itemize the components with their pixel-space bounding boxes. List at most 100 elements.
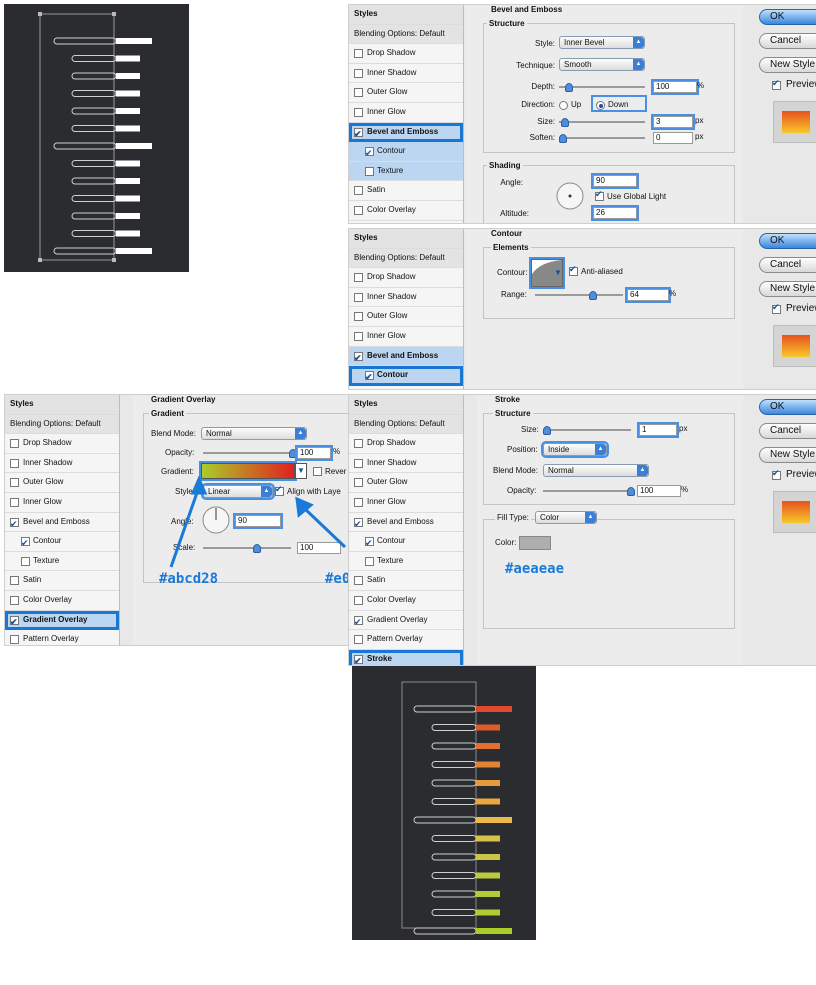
new-style-button[interactable]: New Style xyxy=(759,57,816,73)
style-color-overlay[interactable]: Color Overlay xyxy=(349,201,463,221)
range-slider[interactable] xyxy=(535,291,623,300)
style-texture[interactable]: Texture xyxy=(349,161,463,182)
checkbox[interactable] xyxy=(354,613,363,631)
color-swatch[interactable] xyxy=(519,536,551,550)
size-slider[interactable] xyxy=(559,118,645,127)
checkbox[interactable] xyxy=(354,497,363,507)
styles-header[interactable]: Styles xyxy=(5,395,119,415)
style-inner-shadow[interactable]: Inner Shadow xyxy=(349,64,463,84)
style-pattern-overlay[interactable]: Pattern Overlay xyxy=(5,630,119,645)
style-bevel-emboss[interactable]: Bevel and Emboss xyxy=(5,513,119,533)
size-input[interactable]: 3 xyxy=(651,114,695,130)
style-select[interactable]: Inner Bevel ▲ xyxy=(559,36,645,49)
cancel-button[interactable]: Cancel xyxy=(759,33,816,49)
style-inner-shadow[interactable]: Inner Shadow xyxy=(349,288,463,308)
checkbox[interactable] xyxy=(354,88,363,98)
style-drop-shadow[interactable]: Drop Shadow xyxy=(5,434,119,454)
checkbox[interactable] xyxy=(354,652,363,665)
style-texture[interactable]: Texture xyxy=(349,552,463,572)
contour-picker[interactable]: ▼ xyxy=(529,257,565,289)
checkbox[interactable] xyxy=(10,515,19,533)
depth-input[interactable]: 100 xyxy=(651,79,699,95)
fill-type-select[interactable]: Color ▲ xyxy=(535,511,597,524)
style-gradient-overlay[interactable]: Gradient Overlay xyxy=(349,611,463,631)
slider-knob[interactable] xyxy=(589,291,597,300)
style-outer-glow[interactable]: Outer Glow xyxy=(349,473,463,493)
slider-knob[interactable] xyxy=(627,487,635,496)
preview-checkbox[interactable] xyxy=(772,78,781,90)
checkbox[interactable] xyxy=(354,515,363,533)
style-contour[interactable]: Contour xyxy=(349,142,463,163)
checkbox[interactable] xyxy=(354,125,363,143)
radio-up[interactable] xyxy=(559,101,568,110)
opacity-input[interactable]: 100 xyxy=(637,485,681,497)
angle-input[interactable]: 90 xyxy=(591,173,639,189)
style-bevel-emboss[interactable]: Bevel and Emboss xyxy=(349,346,463,367)
style-texture[interactable]: Texture xyxy=(5,552,119,572)
preview-checkbox[interactable] xyxy=(772,468,781,480)
style-satin[interactable]: Satin xyxy=(349,571,463,591)
soften-input[interactable]: 0 xyxy=(653,132,693,144)
depth-slider[interactable] xyxy=(559,83,645,92)
blending-options[interactable]: Blending Options: Default xyxy=(349,414,463,435)
checkbox[interactable] xyxy=(10,595,19,605)
checkbox[interactable] xyxy=(365,556,374,566)
blending-options[interactable]: Blending Options: Default xyxy=(5,414,119,435)
style-contour[interactable]: Contour xyxy=(349,366,463,387)
checkbox[interactable] xyxy=(354,186,363,196)
ok-button[interactable]: OK xyxy=(759,399,816,415)
checkbox[interactable] xyxy=(354,439,363,449)
opacity-slider[interactable] xyxy=(543,487,635,496)
style-outer-glow[interactable]: Outer Glow xyxy=(5,473,119,493)
technique-select[interactable]: Smooth ▲ xyxy=(559,58,645,71)
cancel-button[interactable]: Cancel xyxy=(759,423,816,439)
checkbox[interactable] xyxy=(354,635,363,645)
size-input[interactable]: 1 xyxy=(637,422,679,438)
cancel-button[interactable]: Cancel xyxy=(759,257,816,273)
altitude-input[interactable]: 26 xyxy=(591,205,639,221)
checkbox[interactable] xyxy=(354,331,363,341)
style-inner-glow[interactable]: Inner Glow xyxy=(5,493,119,513)
checkbox[interactable] xyxy=(10,635,19,645)
slider-knob[interactable] xyxy=(559,134,567,143)
style-inner-glow[interactable]: Inner Glow xyxy=(349,103,463,123)
style-drop-shadow[interactable]: Drop Shadow xyxy=(349,268,463,288)
style-inner-shadow[interactable]: Inner Shadow xyxy=(5,454,119,474)
checkbox[interactable] xyxy=(354,576,363,586)
styles-header[interactable]: Styles xyxy=(349,395,463,415)
checkbox[interactable] xyxy=(354,312,363,322)
checkbox[interactable] xyxy=(365,144,374,163)
checkbox[interactable] xyxy=(365,534,374,553)
checkbox[interactable] xyxy=(354,107,363,117)
styles-header[interactable]: Styles xyxy=(349,229,463,249)
style-drop-shadow[interactable]: Drop Shadow xyxy=(349,44,463,64)
style-inner-shadow[interactable]: Inner Shadow xyxy=(349,454,463,474)
checkbox[interactable] xyxy=(10,439,19,449)
slider-knob[interactable] xyxy=(543,426,551,435)
checkbox[interactable] xyxy=(21,534,30,553)
style-bevel-emboss[interactable]: Bevel and Emboss xyxy=(349,513,463,533)
checkbox[interactable] xyxy=(354,68,363,78)
checkbox[interactable] xyxy=(10,478,19,488)
blend-mode-select[interactable]: Normal ▲ xyxy=(543,464,649,477)
style-inner-glow[interactable]: Inner Glow xyxy=(349,493,463,513)
style-bevel-emboss[interactable]: Bevel and Emboss xyxy=(349,122,463,143)
style-outer-glow[interactable]: Outer Glow xyxy=(349,307,463,327)
slider-knob[interactable] xyxy=(565,83,573,92)
checkbox[interactable] xyxy=(10,576,19,586)
checkbox[interactable] xyxy=(354,458,363,468)
global-light-checkbox[interactable] xyxy=(595,189,604,201)
blending-options[interactable]: Blending Options: Default xyxy=(349,248,463,269)
blending-options[interactable]: Blending Options: Default xyxy=(349,24,463,45)
soften-slider[interactable] xyxy=(559,134,645,143)
ok-button[interactable]: OK xyxy=(759,9,816,25)
style-outer-glow[interactable]: Outer Glow xyxy=(349,83,463,103)
ok-button[interactable]: OK xyxy=(759,233,816,249)
checkbox[interactable] xyxy=(354,349,363,367)
checkbox[interactable] xyxy=(10,613,19,631)
style-stroke[interactable]: Stroke xyxy=(349,649,463,665)
style-satin[interactable]: Satin xyxy=(349,181,463,201)
style-gradient-overlay[interactable]: Gradient Overlay xyxy=(5,610,119,631)
style-drop-shadow[interactable]: Drop Shadow xyxy=(349,434,463,454)
style-pattern-overlay[interactable]: Pattern Overlay xyxy=(349,630,463,650)
